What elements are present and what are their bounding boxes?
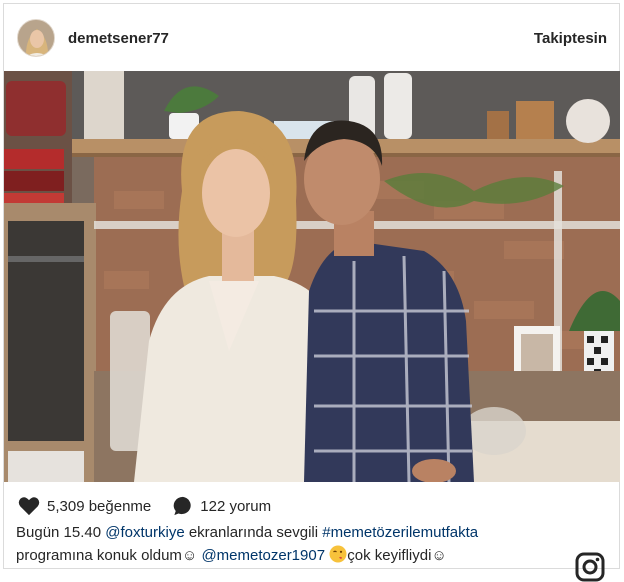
avatar[interactable] [17, 19, 55, 57]
like-button[interactable]: 5,309 beğenme [18, 496, 151, 516]
instagram-icon[interactable] [575, 552, 605, 582]
smile-emoji: ☺ [431, 547, 447, 564]
avatar-image [18, 20, 54, 56]
heart-icon [18, 497, 40, 516]
caption-text: ekranlarında sevgili [184, 524, 323, 541]
instagram-post-card: demetsener77 Takiptesin 5,309 beğenme 12… [3, 3, 620, 582]
smile-emoji: ☺ [181, 547, 198, 564]
post-image [4, 71, 620, 482]
caption-text: programına konuk oldum [16, 547, 182, 564]
following-button[interactable]: Takiptesin [534, 30, 607, 47]
post-header: demetsener77 Takiptesin [4, 4, 619, 72]
username[interactable]: demetsener77 [68, 30, 169, 47]
post-caption: Bugün 15.40 @foxturkiye ekranlarında sev… [16, 521, 576, 567]
caption-text: çok keyifliydi [347, 547, 432, 564]
comment-icon [173, 496, 191, 516]
mention-foxturkiye[interactable]: @foxturkiye [105, 524, 184, 541]
comment-button[interactable]: 122 yorum [173, 496, 271, 516]
likes-count: 5,309 beğenme [47, 497, 152, 515]
post-actions: 5,309 beğenme 122 yorum [18, 494, 271, 518]
caption-text: Bugün 15.40 [16, 524, 106, 541]
wink-emoji-icon [329, 545, 347, 563]
mention-memetozer[interactable]: @memetozer1907 [201, 547, 325, 564]
hashtag-link[interactable]: #memetözerilemutfakta [322, 524, 478, 541]
post-photo[interactable] [4, 71, 620, 482]
comments-count: 122 yorum [200, 497, 272, 515]
